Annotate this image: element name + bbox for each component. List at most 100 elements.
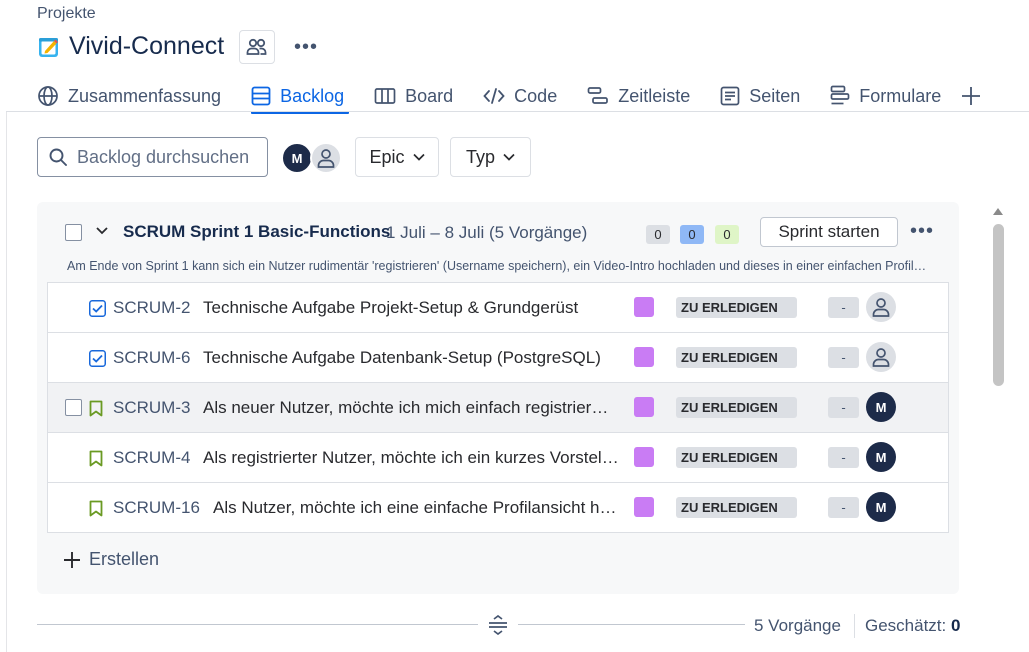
issue-key[interactable]: SCRUM-2 xyxy=(113,298,190,318)
person-icon xyxy=(872,348,890,367)
todo-count-badge: 0 xyxy=(646,225,670,244)
tab-formulare[interactable]: Formulare xyxy=(830,80,941,112)
pages-icon xyxy=(720,86,740,106)
estimate-badge[interactable]: - xyxy=(828,397,859,418)
tab-board[interactable]: Board xyxy=(374,80,453,112)
estimate-badge[interactable]: - xyxy=(828,347,859,368)
tab-backlog[interactable]: Backlog xyxy=(251,80,350,114)
task-icon xyxy=(89,300,106,317)
estimate-badge[interactable]: - xyxy=(828,497,859,518)
issue-row[interactable]: SCRUM-4 Als registrierter Nutzer, möchte… xyxy=(48,433,948,483)
sprint-name[interactable]: SCRUM Sprint 1 Basic-Functions xyxy=(123,222,390,242)
issue-select-checkbox[interactable] xyxy=(65,399,82,416)
search-icon xyxy=(49,148,67,166)
status-badge[interactable]: ZU ERLEDIGEN xyxy=(676,447,797,468)
epic-color-chip xyxy=(634,347,654,367)
people-icon xyxy=(246,38,267,55)
issue-list: SCRUM-2 Technische Aufgabe Projekt-Setup… xyxy=(47,282,949,533)
estimated-label: Geschätzt: xyxy=(865,616,947,635)
avatar-filter-unassigned[interactable] xyxy=(310,142,342,174)
scroll-up-arrow-icon[interactable] xyxy=(992,207,1004,216)
issue-key[interactable]: SCRUM-16 xyxy=(113,498,200,518)
assignee-avatar[interactable]: M xyxy=(866,442,896,472)
story-icon xyxy=(89,500,103,517)
avatar-initial: M xyxy=(875,499,887,515)
avatar-filter-m[interactable]: M xyxy=(281,142,313,174)
tab-label: Backlog xyxy=(280,85,345,106)
epic-color-chip xyxy=(634,497,654,517)
plus-icon xyxy=(64,551,80,568)
forms-icon xyxy=(830,85,850,105)
tab-seiten[interactable]: Seiten xyxy=(720,80,800,112)
team-button[interactable] xyxy=(239,30,275,64)
tab-code[interactable]: Code xyxy=(483,80,557,112)
divider-line xyxy=(37,624,478,625)
tab-label: Zusammenfassung xyxy=(68,85,222,106)
chevron-down-icon[interactable] xyxy=(95,226,109,236)
assignee-avatar[interactable]: M xyxy=(866,492,896,522)
tab-label: Formulare xyxy=(859,85,942,106)
project-title: Vivid-Connect xyxy=(69,32,225,60)
sprint-more-button[interactable]: ••• xyxy=(910,220,934,243)
avatar-initial: M xyxy=(291,150,303,166)
done-count-badge: 0 xyxy=(715,225,739,244)
in-progress-count-badge: 0 xyxy=(680,225,704,244)
tab-label: Seiten xyxy=(749,85,801,106)
sprint-select-checkbox[interactable] xyxy=(65,224,82,241)
issue-summary[interactable]: Als neuer Nutzer, möchte ich mich einfac… xyxy=(203,398,617,418)
project-tabs: Zusammenfassung Backlog Board Code Zeitl… xyxy=(37,80,981,114)
assignee-avatar[interactable] xyxy=(866,292,896,322)
backlog-search[interactable] xyxy=(37,137,268,177)
tab-label: Zeitleiste xyxy=(618,85,691,106)
status-badge[interactable]: ZU ERLEDIGEN xyxy=(676,347,797,368)
issue-summary[interactable]: Technische Aufgabe Projekt-Setup & Grund… xyxy=(203,298,623,318)
assignee-avatar[interactable] xyxy=(866,342,896,372)
issue-key[interactable]: SCRUM-4 xyxy=(113,448,190,468)
plus-icon xyxy=(962,87,981,105)
create-issue-button[interactable]: Erstellen xyxy=(63,549,159,570)
estimate-badge[interactable]: - xyxy=(828,447,859,468)
search-input[interactable] xyxy=(75,145,255,169)
issue-row[interactable]: SCRUM-3 Als neuer Nutzer, möchte ich mic… xyxy=(48,383,948,433)
project-notepad-icon xyxy=(39,38,58,57)
avatar-initial: M xyxy=(875,399,887,415)
epic-filter-label: Epic xyxy=(369,146,405,167)
ellipsis-icon: ••• xyxy=(910,220,935,242)
estimate-badge[interactable]: - xyxy=(828,297,859,318)
type-filter-button[interactable]: Typ xyxy=(450,137,531,177)
status-badge[interactable]: ZU ERLEDIGEN xyxy=(676,497,797,518)
add-tab-button[interactable] xyxy=(961,80,981,112)
tab-zeitleiste[interactable]: Zeitleiste xyxy=(587,80,690,112)
epic-color-chip xyxy=(634,297,654,317)
type-filter-label: Typ xyxy=(465,146,495,167)
issue-summary[interactable]: Als registrierter Nutzer, möchte ich ein… xyxy=(203,448,621,468)
backlog-icon xyxy=(251,86,271,106)
start-sprint-button[interactable]: Sprint starten xyxy=(760,217,898,247)
chevron-down-icon xyxy=(503,153,515,161)
tab-zusammenfassung[interactable]: Zusammenfassung xyxy=(37,80,221,112)
breadcrumb[interactable]: Projekte xyxy=(37,5,96,23)
resize-handle-icon[interactable] xyxy=(487,615,509,635)
epic-filter-button[interactable]: Epic xyxy=(355,137,439,177)
issue-row[interactable]: SCRUM-6 Technische Aufgabe Datenbank-Set… xyxy=(48,333,948,383)
issue-count: 5 Vorgänge xyxy=(754,616,841,635)
issue-row[interactable]: SCRUM-16 Als Nutzer, möchte ich eine ein… xyxy=(48,483,948,533)
epic-color-chip xyxy=(634,447,654,467)
scrollbar-thumb[interactable] xyxy=(993,224,1004,386)
create-label: Erstellen xyxy=(89,549,160,569)
page-left-border xyxy=(6,112,7,652)
issue-summary[interactable]: Als Nutzer, möchte ich eine einfache Pro… xyxy=(213,498,621,518)
story-icon xyxy=(89,450,103,467)
assignee-avatar[interactable]: M xyxy=(866,392,896,422)
status-badge[interactable]: ZU ERLEDIGEN xyxy=(676,297,797,318)
issue-summary[interactable]: Technische Aufgabe Datenbank-Setup (Post… xyxy=(203,348,623,368)
status-badge[interactable]: ZU ERLEDIGEN xyxy=(676,397,797,418)
divider-line xyxy=(518,624,745,625)
more-actions-button[interactable]: ••• xyxy=(288,30,324,64)
issue-row[interactable]: SCRUM-2 Technische Aufgabe Projekt-Setup… xyxy=(48,283,948,333)
ellipsis-icon: ••• xyxy=(293,35,318,58)
issue-key[interactable]: SCRUM-3 xyxy=(113,398,190,418)
issue-key[interactable]: SCRUM-6 xyxy=(113,348,190,368)
timeline-icon xyxy=(587,87,609,104)
task-icon xyxy=(89,350,106,367)
